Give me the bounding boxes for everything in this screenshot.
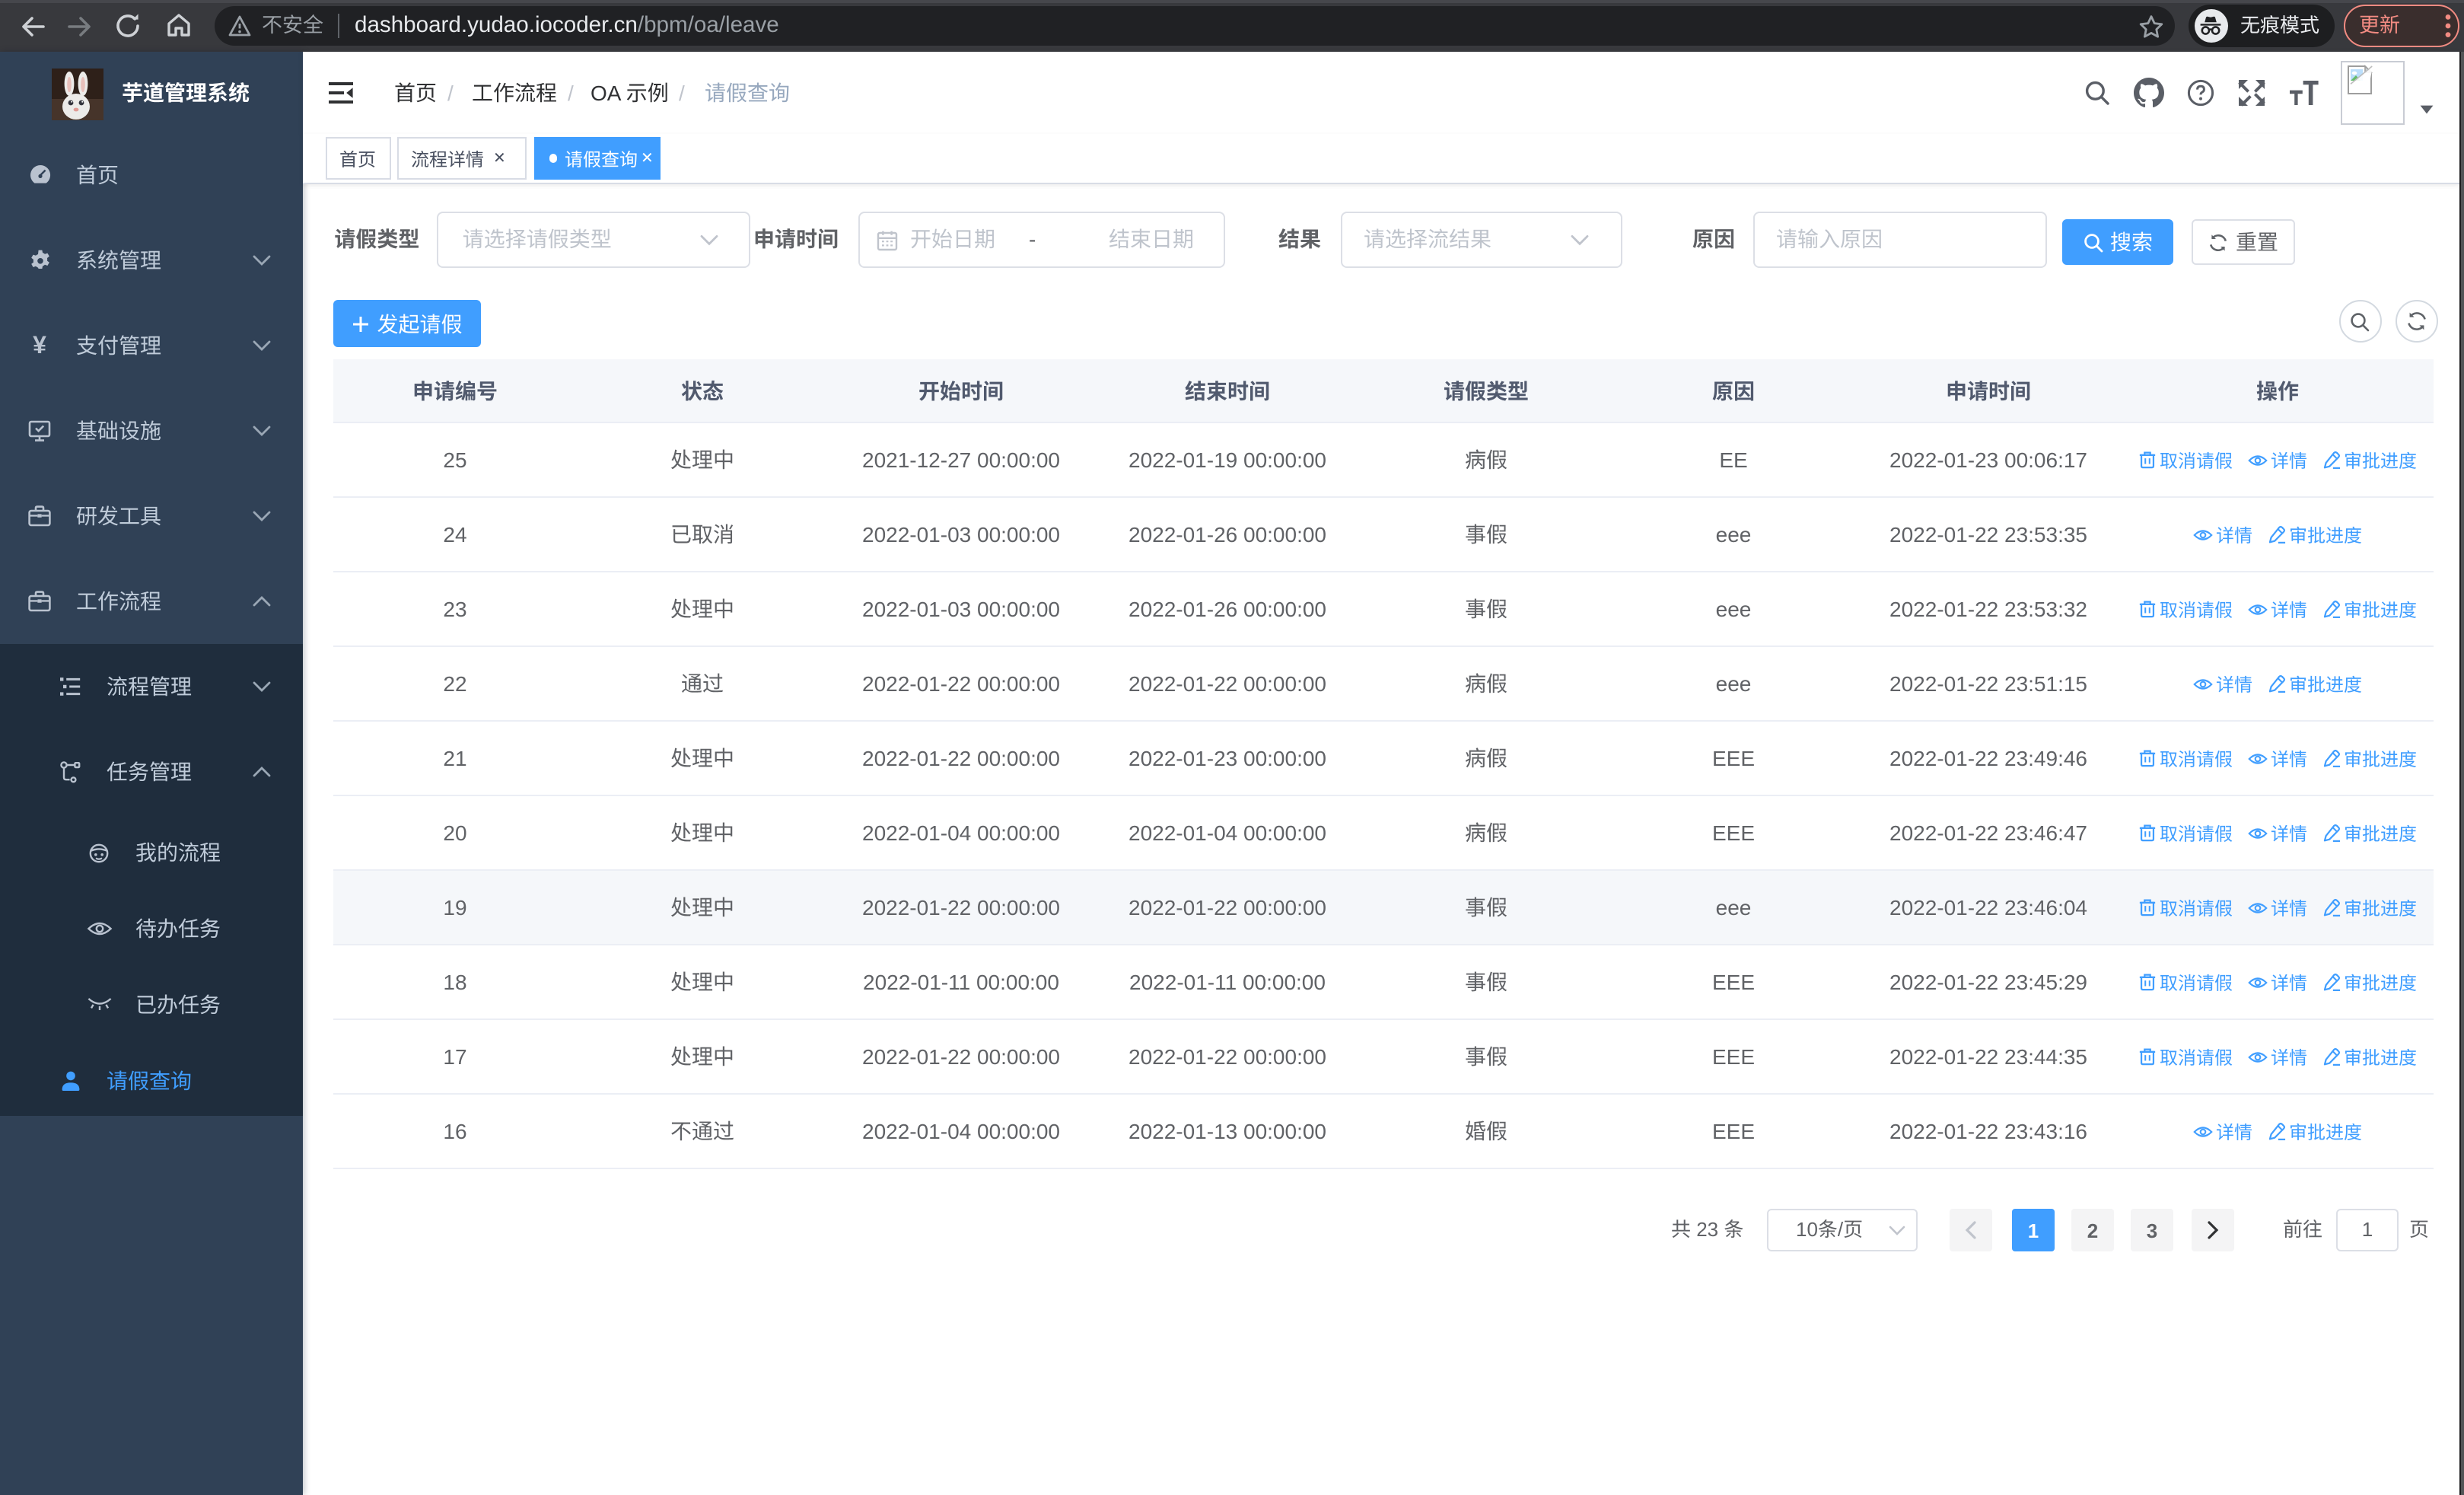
svg-text:¥: ¥: [33, 333, 46, 358]
